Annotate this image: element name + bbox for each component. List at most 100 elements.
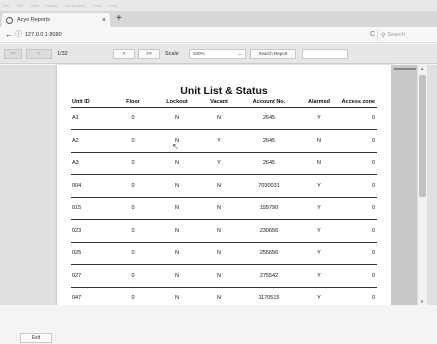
cell-lockout: N (155, 107, 199, 130)
cell-access-zone: 0 (339, 129, 377, 153)
cell-account-no: 2645 (239, 129, 299, 153)
column-header-floor: Floor (111, 98, 155, 108)
table-header-row: Unit ID Floor Lockout Vacant Account No.… (71, 98, 377, 108)
page-indicator: 1/32 (57, 51, 68, 57)
cell-account-no: 255656 (239, 242, 299, 265)
menu-history[interactable]: History (46, 3, 58, 8)
column-header-vacant: Vacant (199, 98, 239, 108)
cell-floor: 0 (111, 197, 155, 220)
cell-lockout: N (155, 219, 199, 243)
scroll-down-icon[interactable]: ▼ (420, 299, 424, 304)
cell-alarmed: Y (299, 197, 339, 220)
table-row: 025 0 N N 255656 Y 0 (71, 242, 377, 265)
cell-alarmed: Y (299, 219, 339, 243)
cell-access-zone: 0 (339, 287, 377, 305)
cell-unit-id: A1 (71, 107, 111, 130)
cell-vacant: N (199, 242, 239, 265)
browser-tab[interactable]: Acyo Reports × (2, 13, 110, 27)
scale-value: 100% (193, 51, 205, 56)
search-icon: ⚲ (381, 32, 386, 39)
cell-vacant: N (199, 219, 239, 243)
menu-edit[interactable]: Edit (16, 3, 23, 8)
report-search-input[interactable] (302, 49, 348, 59)
cell-lockout: N (155, 242, 199, 265)
table-row: 047 0 N N 1170515 Y 0 (71, 287, 377, 305)
last-page-button[interactable]: >> (138, 49, 160, 59)
cell-alarmed: Y (299, 264, 339, 288)
tab-title: Acyo Reports (17, 17, 51, 23)
vertical-scrollbar[interactable]: ▲ ▼ (417, 65, 427, 305)
cell-floor: 0 (111, 129, 155, 153)
menu-file[interactable]: File (3, 3, 9, 8)
cell-lockout: N (155, 174, 199, 198)
report-toolbar: << < 1/32 > >> Scale 100% ⌄ Search Repor… (0, 44, 437, 64)
close-tab-icon[interactable]: × (102, 17, 106, 24)
report-page: Unit List & Status Unit ID Floor Lockout… (57, 65, 391, 305)
unit-status-table: Unit ID Floor Lockout Vacant Account No.… (71, 98, 377, 305)
navigation-bar: ← ⓘ 127.0.0.1:8080 C ⚲ Search (0, 27, 437, 43)
cell-unit-id: 015 (71, 197, 111, 220)
previous-page-button[interactable]: < (26, 49, 52, 59)
address-bar[interactable]: 127.0.0.1:8080 (25, 31, 62, 39)
exit-button[interactable]: Exit (20, 333, 52, 343)
cell-account-no: 2645 (239, 107, 299, 130)
table-row: A3 0 N Y 2645 N 0 (71, 152, 377, 175)
cell-access-zone: 0 (339, 219, 377, 243)
mouse-cursor-icon: ↖ (172, 142, 179, 151)
menu-bookmarks[interactable]: Bookmarks (65, 3, 85, 8)
cell-unit-id: A3 (71, 152, 111, 175)
table-row: 027 0 N N 275542 Y 0 (71, 264, 377, 288)
cell-floor: 0 (111, 219, 155, 243)
cell-floor: 0 (111, 174, 155, 198)
cell-floor: 0 (111, 287, 155, 305)
cell-vacant: N (199, 174, 239, 198)
cell-unit-id: 047 (71, 287, 111, 305)
cell-alarmed: Y (299, 287, 339, 305)
cell-alarmed: Y (299, 174, 339, 198)
column-header-unit-id: Unit ID (71, 98, 111, 108)
menu-view[interactable]: View (30, 3, 39, 8)
globe-icon (6, 16, 13, 24)
cell-floor: 0 (111, 242, 155, 265)
cell-account-no: 155790 (239, 197, 299, 220)
cell-vacant: N (199, 287, 239, 305)
footer-area: Exit (0, 305, 437, 344)
cell-alarmed: N (299, 129, 339, 153)
column-header-access-zone: Access zone (339, 98, 377, 108)
cell-unit-id: 025 (71, 242, 111, 265)
scroll-up-icon[interactable]: ▲ (420, 66, 424, 71)
cell-unit-id: 004 (71, 174, 111, 198)
site-info-icon[interactable]: ⓘ (15, 30, 22, 40)
column-header-account-no: Account No. (239, 98, 299, 108)
search-report-button[interactable]: Search Report (250, 49, 296, 59)
table-row: 004 0 N N 7030031 Y 0 (71, 174, 377, 198)
next-page-button[interactable]: > (113, 49, 135, 59)
new-tab-button[interactable]: + (116, 13, 122, 25)
cell-account-no: 230656 (239, 219, 299, 243)
reload-button[interactable]: C (370, 30, 375, 40)
cell-account-no: 275542 (239, 264, 299, 288)
cell-alarmed: Y (299, 107, 339, 130)
cell-vacant: N (199, 264, 239, 288)
back-button[interactable]: ← (5, 30, 13, 40)
scrollbar-thumb[interactable] (419, 75, 426, 197)
cell-access-zone: 0 (339, 152, 377, 175)
cell-vacant: Y (199, 152, 239, 175)
column-header-alarmed: Alarmed (299, 98, 339, 108)
menu-tools[interactable]: Tools (92, 3, 101, 8)
browser-search-placeholder: Search (387, 32, 405, 38)
scale-select[interactable]: 100% ⌄ (189, 49, 246, 59)
cell-account-no: 7030031 (239, 174, 299, 198)
cell-vacant: Y (199, 129, 239, 153)
chevron-down-icon: ⌄ (237, 51, 242, 57)
cell-floor: 0 (111, 107, 155, 130)
panel-handle[interactable] (394, 68, 416, 70)
cell-unit-id: 027 (71, 264, 111, 288)
menu-help[interactable]: Help (109, 3, 117, 8)
cell-vacant: N (199, 107, 239, 130)
first-page-button[interactable]: << (4, 49, 22, 59)
cell-lockout: N (155, 152, 199, 175)
table-row: A2 0 N Y 2645 N 0 (71, 129, 377, 153)
browser-search-field[interactable]: ⚲ Search (377, 29, 437, 41)
cell-unit-id: A2 (71, 129, 111, 153)
